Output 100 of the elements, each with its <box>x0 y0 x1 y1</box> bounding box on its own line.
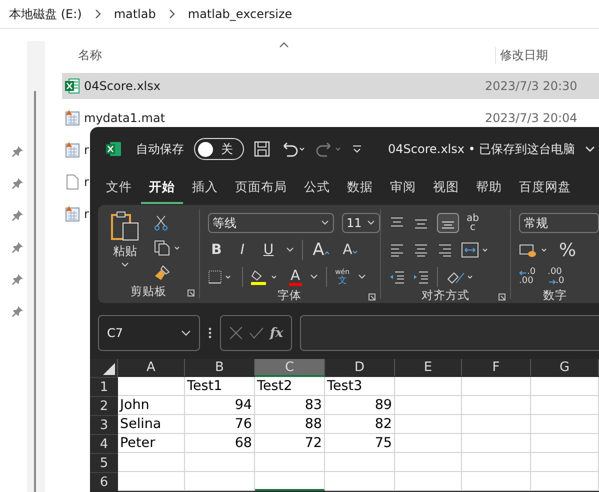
table-cell[interactable] <box>462 396 531 415</box>
table-cell[interactable]: 89 <box>325 396 395 415</box>
font-color-button[interactable]: A <box>288 268 302 286</box>
file-row[interactable]: r <box>62 137 90 163</box>
caret-icon[interactable] <box>310 274 318 280</box>
table-cell[interactable] <box>395 377 462 396</box>
ribbon-tab[interactable]: 百度网盘 <box>511 172 579 204</box>
row-header[interactable]: 4 <box>90 434 118 453</box>
file-row[interactable]: r <box>62 169 90 195</box>
column-header[interactable]: E <box>395 359 462 377</box>
table-cell[interactable] <box>325 453 395 472</box>
table-cell[interactable] <box>462 472 531 491</box>
ribbon-tab[interactable]: 公式 <box>296 172 338 204</box>
table-cell[interactable] <box>395 415 462 434</box>
pin-icon[interactable] <box>12 242 23 253</box>
table-cell[interactable]: 68 <box>185 434 255 453</box>
select-all-icon[interactable] <box>103 363 115 375</box>
pin-icon[interactable] <box>12 146 23 157</box>
table-cell[interactable]: Peter <box>118 434 185 453</box>
chevron-down-icon[interactable] <box>585 145 596 153</box>
check-icon[interactable] <box>248 327 264 339</box>
scissors-icon[interactable] <box>154 215 168 231</box>
table-cell[interactable] <box>462 377 531 396</box>
table-cell[interactable]: 82 <box>325 415 395 434</box>
table-cell[interactable] <box>531 434 599 453</box>
clipboard-icon[interactable] <box>110 211 140 241</box>
grow-font-button[interactable]: A <box>310 240 332 260</box>
column-header[interactable]: 名称 <box>78 47 102 64</box>
breadcrumb-item[interactable]: 本地磁盘 (E:) <box>9 6 82 22</box>
scrollbar-thumb[interactable] <box>34 91 36 492</box>
table-cell[interactable] <box>395 472 462 491</box>
table-cell[interactable]: 72 <box>255 434 325 453</box>
bold-button[interactable]: B <box>208 242 226 258</box>
increase-indent-icon[interactable] <box>412 270 428 284</box>
ribbon-tab[interactable]: 视图 <box>425 172 467 204</box>
pin-icon[interactable] <box>12 306 23 317</box>
table-cell[interactable]: 94 <box>185 396 255 415</box>
merge-icon[interactable] <box>460 242 490 258</box>
decrease-indent-icon[interactable] <box>388 270 404 284</box>
copy-icon[interactable] <box>154 240 182 256</box>
paste-button[interactable]: 粘贴 <box>113 243 137 260</box>
column-header[interactable]: G <box>531 359 599 377</box>
table-cell[interactable] <box>531 415 599 434</box>
ribbon-tab[interactable]: 页面布局 <box>227 172 295 204</box>
align-bottom-icon[interactable] <box>436 213 458 233</box>
table-cell[interactable]: Selina <box>118 415 185 434</box>
align-left-icon[interactable] <box>388 243 404 257</box>
window-title[interactable]: 04Score.xlsx • 已保存到这台电脑 <box>388 140 576 158</box>
table-cell[interactable] <box>185 472 255 491</box>
table-cell[interactable] <box>395 396 462 415</box>
wrap-text-button[interactable]: ab c <box>466 214 479 232</box>
table-cell[interactable] <box>462 415 531 434</box>
ribbon-tab[interactable]: 文件 <box>98 172 140 204</box>
row-header[interactable]: 3 <box>90 415 118 434</box>
table-cell[interactable] <box>118 453 185 472</box>
caret-icon[interactable] <box>358 274 366 280</box>
table-cell[interactable] <box>255 472 325 491</box>
customize-icon[interactable] <box>352 144 362 154</box>
align-center-icon[interactable] <box>412 243 428 257</box>
file-row[interactable]: r <box>62 201 90 227</box>
table-cell[interactable] <box>118 377 185 396</box>
percent-button[interactable]: % <box>559 240 576 260</box>
italic-button[interactable]: I <box>234 242 252 258</box>
column-header[interactable]: C <box>255 359 325 377</box>
align-right-icon[interactable] <box>436 243 452 257</box>
ribbon-tab[interactable]: 帮助 <box>468 172 510 204</box>
name-box[interactable]: C7 <box>98 315 200 351</box>
shrink-font-button[interactable]: A <box>340 242 360 258</box>
row-header[interactable]: 2 <box>90 396 118 415</box>
table-cell[interactable] <box>531 396 599 415</box>
decrease-decimal-button[interactable]: .00 .0 <box>548 268 564 286</box>
file-row[interactable]: 04Score.xlsx 2023/7/3 20:30 <box>62 73 599 99</box>
table-cell[interactable]: Test3 <box>325 377 395 396</box>
table-cell[interactable] <box>531 472 599 491</box>
underline-button[interactable]: U <box>260 242 278 258</box>
table-cell[interactable] <box>462 434 531 453</box>
font-size-select[interactable]: 11 <box>342 213 380 233</box>
ribbon-tab[interactable]: 数据 <box>339 172 381 204</box>
table-cell[interactable]: John <box>118 396 185 415</box>
cancel-icon[interactable] <box>228 326 243 340</box>
launcher-icon[interactable] <box>186 289 194 297</box>
pin-icon[interactable] <box>12 178 23 189</box>
table-cell[interactable] <box>531 453 599 472</box>
table-cell[interactable]: Test2 <box>255 377 325 396</box>
save-icon[interactable] <box>254 141 270 157</box>
table-cell[interactable] <box>395 434 462 453</box>
more-icon[interactable] <box>208 326 212 340</box>
column-header[interactable]: A <box>118 359 185 377</box>
table-cell[interactable] <box>395 453 462 472</box>
brush-icon[interactable] <box>154 265 170 281</box>
row-header[interactable]: 1 <box>90 377 118 396</box>
caret-icon[interactable] <box>121 262 129 268</box>
column-header[interactable]: D <box>325 359 395 377</box>
pin-icon[interactable] <box>12 210 23 221</box>
insert-function-button[interactable]: fx <box>270 326 284 340</box>
ribbon-tab[interactable]: 审阅 <box>382 172 424 204</box>
table-cell[interactable] <box>255 453 325 472</box>
launcher-icon[interactable] <box>498 293 506 301</box>
table-cell[interactable] <box>185 453 255 472</box>
column-header[interactable]: F <box>462 359 531 377</box>
